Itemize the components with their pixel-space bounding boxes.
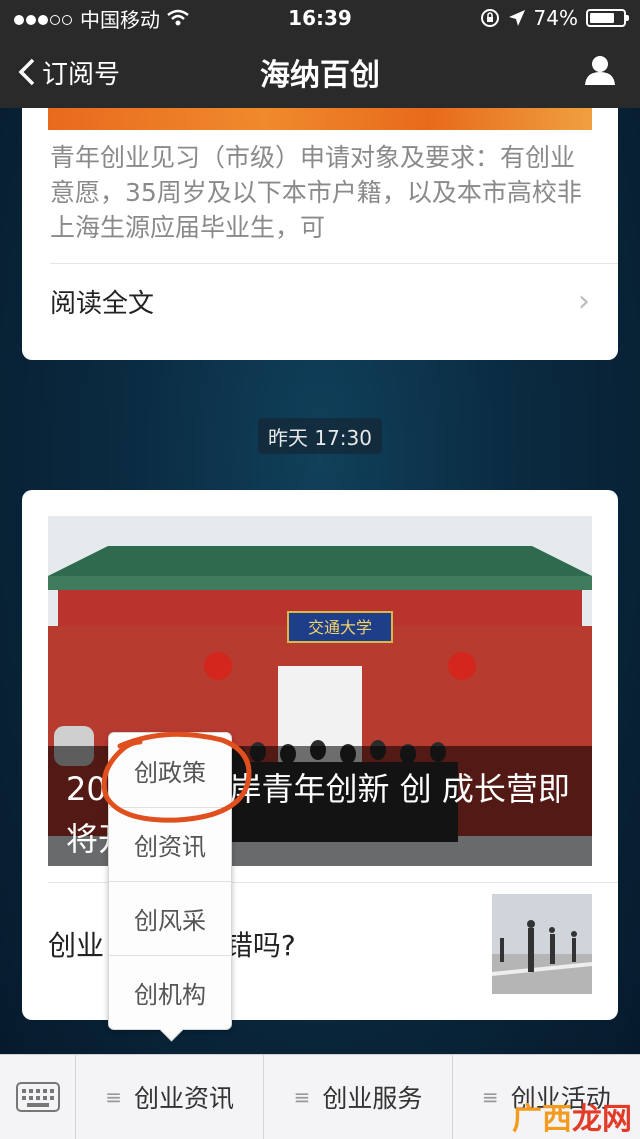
message-timestamp: 昨天 17:30 bbox=[258, 418, 382, 454]
nav-bar: 订阅号 海纳百创 bbox=[0, 36, 640, 108]
read-full-article-link[interactable]: 阅读全文 › bbox=[50, 264, 590, 338]
status-bar: 中国移动 16:39 74% bbox=[0, 0, 640, 36]
keyboard-toggle-button[interactable] bbox=[0, 1055, 76, 1139]
status-left: 中国移动 bbox=[14, 4, 190, 33]
article-summary: 青年创业见习（市级）申请对象及要求：有创业意愿，35周岁及以下本市户籍，以及本市… bbox=[50, 143, 582, 242]
article-card[interactable]: 青年创业见习（市级）申请对象及要求：有创业意愿，35周岁及以下本市户籍，以及本市… bbox=[22, 108, 618, 360]
article-thumbnail bbox=[492, 894, 592, 994]
submenu-item-news[interactable]: 创资讯 bbox=[109, 807, 231, 881]
read-full-label: 阅读全文 bbox=[50, 288, 155, 319]
wifi-icon bbox=[167, 9, 189, 26]
menu-lines-icon: ≡ bbox=[293, 1085, 311, 1109]
carrier-name: 中国移动 bbox=[80, 7, 160, 32]
submenu-item-policy[interactable]: 创政策 bbox=[109, 733, 231, 807]
watermark-logo: 广西龙网 bbox=[512, 1103, 632, 1136]
article-banner-image bbox=[48, 108, 592, 130]
rotation-lock-icon bbox=[480, 9, 499, 27]
chevron-right-icon: › bbox=[578, 283, 590, 319]
submenu-popup: 创政策 创资讯 创风采 创机构 bbox=[108, 732, 232, 1030]
menu-item-startup-news[interactable]: ≡ 创业资讯 bbox=[76, 1055, 265, 1139]
battery-icon bbox=[586, 9, 629, 27]
menu-lines-icon: ≡ bbox=[105, 1085, 123, 1109]
back-button[interactable]: 订阅号 bbox=[0, 54, 120, 91]
submenu-item-institutions[interactable]: 创机构 bbox=[109, 955, 231, 1029]
menu-item-label: 创业服务 bbox=[322, 1084, 423, 1113]
battery-percent: 74% bbox=[533, 6, 578, 30]
keyboard-icon bbox=[15, 1082, 60, 1112]
location-arrow-icon bbox=[508, 10, 525, 26]
signal-strength-icon bbox=[14, 6, 74, 30]
status-right: 74% bbox=[480, 6, 629, 30]
menu-lines-icon: ≡ bbox=[481, 1085, 499, 1109]
submenu-item-showcase[interactable]: 创风采 bbox=[109, 881, 231, 955]
back-label: 订阅号 bbox=[42, 59, 121, 90]
message-feed[interactable]: 青年创业见习（市级）申请对象及要求：有创业意愿，35周岁及以下本市户籍，以及本市… bbox=[0, 108, 640, 1054]
chevron-left-icon bbox=[18, 58, 35, 86]
gate-sign-text: 交通大学 bbox=[308, 618, 372, 637]
menu-item-startup-services[interactable]: ≡ 创业服务 bbox=[264, 1055, 453, 1139]
person-icon bbox=[585, 56, 615, 85]
menu-item-label: 创业资讯 bbox=[134, 1084, 235, 1113]
profile-button[interactable] bbox=[584, 54, 616, 90]
